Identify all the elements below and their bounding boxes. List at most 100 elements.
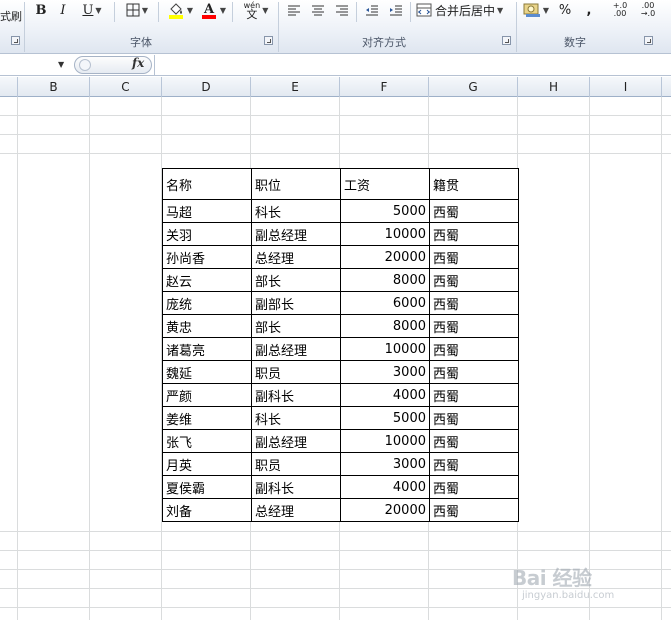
table-header-cell[interactable]: 职位 (251, 168, 341, 200)
table-cell[interactable]: 3000 (340, 360, 430, 384)
table-cell[interactable]: 总经理 (251, 498, 341, 522)
table-header-cell[interactable]: 籍贯 (429, 168, 519, 200)
accounting-format-button[interactable]: ▼ (520, 0, 552, 20)
phonetic-guide-button[interactable]: wén 文 ▼ (238, 0, 274, 20)
gridline (0, 550, 671, 551)
table-cell[interactable]: 部长 (251, 314, 341, 338)
column-header-d[interactable]: D (162, 77, 251, 97)
table-cell[interactable]: 8000 (340, 268, 430, 292)
alignment-launcher-icon[interactable] (502, 36, 511, 45)
borders-button[interactable]: ▼ (120, 0, 154, 20)
table-cell[interactable]: 西蜀 (429, 291, 519, 315)
increase-decimal-button[interactable]: +.0 .00 (608, 0, 632, 20)
table-header-cell[interactable]: 工资 (340, 168, 430, 200)
table-cell[interactable]: 副总经理 (251, 222, 341, 246)
phonetic-icon: wén 文 (244, 1, 261, 20)
table-cell[interactable]: 马超 (162, 199, 252, 223)
table-cell[interactable]: 西蜀 (429, 268, 519, 292)
table-cell[interactable]: 西蜀 (429, 406, 519, 430)
table-cell[interactable]: 职员 (251, 360, 341, 384)
italic-button[interactable]: I (54, 0, 72, 20)
table-cell[interactable]: 总经理 (251, 245, 341, 269)
table-cell[interactable]: 10000 (340, 429, 430, 453)
table-cell[interactable]: 4000 (340, 383, 430, 407)
merge-center-button[interactable]: 合并后居中 ▼ (416, 0, 510, 20)
column-header-b[interactable]: B (18, 77, 90, 97)
clipboard-launcher-icon[interactable] (11, 36, 20, 45)
insert-function-icon[interactable]: fx (132, 56, 144, 70)
table-cell[interactable]: 西蜀 (429, 222, 519, 246)
table-row: 张飞 副总经理 10000 西蜀 (162, 429, 519, 453)
table-cell[interactable]: 副总经理 (251, 337, 341, 361)
column-header-i[interactable]: I (590, 77, 662, 97)
chevron-down-icon[interactable]: ▼ (58, 60, 64, 69)
format-painter-button[interactable]: 式刷 (0, 6, 22, 26)
table-cell[interactable]: 关羽 (162, 222, 252, 246)
table-cell[interactable]: 魏延 (162, 360, 252, 384)
comma-style-button[interactable]: , (580, 0, 598, 20)
table-cell[interactable]: 西蜀 (429, 383, 519, 407)
table-cell[interactable]: 西蜀 (429, 337, 519, 361)
column-header-e[interactable]: E (251, 77, 340, 97)
table-cell[interactable]: 西蜀 (429, 475, 519, 499)
column-header-f[interactable]: F (340, 77, 429, 97)
table-cell[interactable]: 西蜀 (429, 360, 519, 384)
table-cell[interactable]: 部长 (251, 268, 341, 292)
table-cell[interactable]: 6000 (340, 291, 430, 315)
table-cell[interactable]: 副总经理 (251, 429, 341, 453)
table-cell[interactable]: 庞统 (162, 291, 252, 315)
table-cell[interactable]: 黄忠 (162, 314, 252, 338)
percent-glyph: % (558, 2, 572, 18)
table-cell[interactable]: 姜维 (162, 406, 252, 430)
table-cell[interactable]: 科长 (251, 406, 341, 430)
formula-input[interactable] (154, 55, 671, 75)
font-launcher-icon[interactable] (264, 36, 273, 45)
font-color-button[interactable]: A ▼ (198, 0, 228, 20)
column-header-c[interactable]: C (90, 77, 162, 97)
align-left-button[interactable] (284, 0, 304, 20)
table-cell[interactable]: 职员 (251, 452, 341, 476)
decrease-indent-button[interactable] (362, 0, 382, 20)
column-header-stub[interactable] (0, 77, 18, 97)
column-header-h[interactable]: H (518, 77, 590, 97)
chevron-down-icon: ▼ (95, 5, 102, 15)
table-header-cell[interactable]: 名称 (162, 168, 252, 200)
table-cell[interactable]: 孙尚香 (162, 245, 252, 269)
table-cell[interactable]: 5000 (340, 199, 430, 223)
table-cell[interactable]: 副部长 (251, 291, 341, 315)
table-cell[interactable]: 严颜 (162, 383, 252, 407)
table-cell[interactable]: 西蜀 (429, 429, 519, 453)
table-cell[interactable]: 西蜀 (429, 498, 519, 522)
align-center-button[interactable] (308, 0, 328, 20)
table-cell[interactable]: 月英 (162, 452, 252, 476)
decrease-decimal-button[interactable]: .00 →.0 (636, 0, 660, 20)
table-cell[interactable]: 10000 (340, 337, 430, 361)
table-cell[interactable]: 副科长 (251, 475, 341, 499)
number-launcher-icon[interactable] (644, 36, 653, 45)
table-cell[interactable]: 夏侯霸 (162, 475, 252, 499)
table-cell[interactable]: 10000 (340, 222, 430, 246)
table-cell[interactable]: 8000 (340, 314, 430, 338)
percent-style-button[interactable]: % (556, 0, 574, 20)
table-cell[interactable]: 20000 (340, 498, 430, 522)
table-cell[interactable]: 刘备 (162, 498, 252, 522)
table-cell[interactable]: 科长 (251, 199, 341, 223)
table-cell[interactable]: 5000 (340, 406, 430, 430)
table-cell[interactable]: 张飞 (162, 429, 252, 453)
table-cell[interactable]: 诸葛亮 (162, 337, 252, 361)
column-header-g[interactable]: G (429, 77, 518, 97)
table-cell[interactable]: 20000 (340, 245, 430, 269)
table-cell[interactable]: 3000 (340, 452, 430, 476)
underline-button[interactable]: U ▼ (76, 0, 108, 20)
table-cell[interactable]: 副科长 (251, 383, 341, 407)
table-cell[interactable]: 赵云 (162, 268, 252, 292)
fill-color-button[interactable]: ▼ (164, 0, 196, 20)
bold-button[interactable]: B (32, 0, 50, 20)
align-right-button[interactable] (332, 0, 352, 20)
table-cell[interactable]: 西蜀 (429, 314, 519, 338)
increase-indent-button[interactable] (386, 0, 406, 20)
table-cell[interactable]: 西蜀 (429, 245, 519, 269)
table-cell[interactable]: 西蜀 (429, 452, 519, 476)
table-cell[interactable]: 西蜀 (429, 199, 519, 223)
table-cell[interactable]: 4000 (340, 475, 430, 499)
